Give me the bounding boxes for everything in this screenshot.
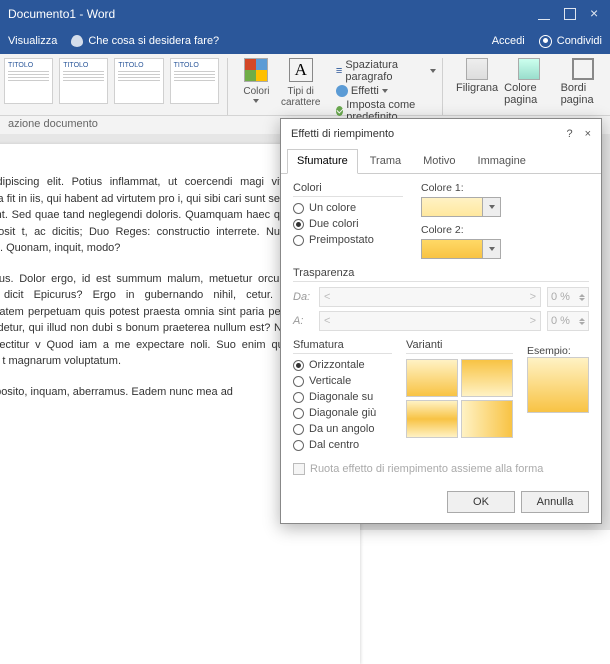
sign-in-link[interactable]: Accedi (492, 35, 525, 47)
close-button[interactable]: × (590, 8, 602, 20)
radio-from-corner[interactable]: Da un angolo (293, 423, 392, 435)
radio-from-center[interactable]: Dal centro (293, 439, 392, 451)
checkbox-icon (293, 463, 305, 475)
font-icon: A (289, 58, 313, 82)
color1-label: Colore 1: (421, 182, 501, 194)
page-color-icon (518, 58, 540, 80)
window-titlebar: Documento1 - Word × (0, 0, 610, 28)
fonts-button[interactable]: A Tipi di carattere (276, 58, 326, 115)
variant-4[interactable] (461, 400, 513, 438)
tab-immagine[interactable]: Immagine (468, 149, 536, 173)
variant-3[interactable] (406, 400, 458, 438)
tab-trama[interactable]: Trama (360, 149, 411, 173)
colors-button[interactable]: Colori (243, 58, 269, 115)
transparency-from-slider[interactable]: <> (319, 287, 541, 307)
variant-2[interactable] (461, 359, 513, 397)
dialog-help-button[interactable]: ? (566, 128, 572, 140)
paragraph: i sumus. Dolor ergo, id est summum malum… (0, 271, 310, 370)
transparency-to-slider[interactable]: <> (319, 311, 541, 331)
colors-icon (244, 58, 268, 82)
color1-picker[interactable] (421, 197, 501, 217)
rotate-effect-checkbox[interactable]: Ruota effetto di riempimento assieme all… (293, 463, 589, 475)
dialog-tabs: Sfumature Trama Motivo Immagine (281, 149, 601, 174)
page-borders-button[interactable]: Bordi pagina (561, 58, 606, 115)
page-color-button[interactable]: Colore pagina (504, 58, 554, 115)
colors-group-title: Colori (293, 182, 403, 197)
window-controls: × (538, 8, 602, 20)
tab-sfumature[interactable]: Sfumature (287, 149, 358, 174)
ribbon: Titolo TITOLO Titolo TITOLO Colori A Tip… (0, 54, 610, 116)
radio-diagonal-up[interactable]: Diagonale su (293, 391, 392, 403)
tab-motivo[interactable]: Motivo (413, 149, 465, 173)
radio-horizontal[interactable]: Orizzontale (293, 359, 392, 371)
shading-title: Sfumatura (293, 339, 392, 354)
example-label: Esempio: (527, 345, 589, 357)
minimize-button[interactable] (538, 8, 550, 20)
share-button[interactable]: Condividi (539, 35, 602, 48)
paragraph: tur adipiscing elit. Potius inflammat, u… (0, 174, 310, 257)
page-borders-icon (572, 58, 594, 80)
example-preview (527, 357, 589, 413)
tell-me-search[interactable]: Che cosa si desidera fare? (71, 35, 219, 47)
lightbulb-icon (71, 35, 83, 47)
variant-1[interactable] (406, 359, 458, 397)
window-title: Documento1 - Word (8, 7, 115, 21)
search-placeholder: Che cosa si desidera fare? (88, 35, 219, 47)
transparency-to-value[interactable]: 0 % (547, 311, 589, 331)
transparency-from-row: Da: <> 0 % (293, 287, 589, 307)
fill-effects-dialog: Effetti di riempimento ? × Sfumature Tra… (280, 118, 602, 524)
transparency-to-row: A: <> 0 % (293, 311, 589, 331)
check-icon (336, 106, 343, 116)
dialog-close-button[interactable]: × (585, 128, 591, 140)
person-icon (539, 35, 552, 48)
watermark-button[interactable]: Filigrana (456, 58, 498, 115)
effects-button[interactable]: Effetti (336, 85, 436, 97)
theme-preview-4[interactable]: TITOLO (170, 58, 219, 104)
ok-button[interactable]: OK (447, 491, 515, 513)
theme-preview-1[interactable]: Titolo (4, 58, 53, 104)
radio-vertical[interactable]: Verticale (293, 375, 392, 387)
ribbon-tabs-bar: Visualizza Che cosa si desidera fare? Ac… (0, 28, 610, 54)
dialog-titlebar: Effetti di riempimento ? × (281, 119, 601, 149)
dialog-title: Effetti di riempimento (291, 128, 394, 140)
maximize-button[interactable] (564, 8, 576, 20)
transparency-from-value[interactable]: 0 % (547, 287, 589, 307)
paragraph-spacing-button[interactable]: ≡Spaziatura paragrafo (336, 59, 436, 83)
theme-preview-3[interactable]: Titolo (114, 58, 163, 104)
variants-title: Varianti (406, 339, 513, 354)
cancel-button[interactable]: Annulla (521, 491, 589, 513)
radio-preset[interactable]: Preimpostato (293, 234, 403, 246)
color2-picker[interactable] (421, 239, 501, 259)
transparency-title: Trasparenza (293, 267, 589, 282)
radio-diagonal-down[interactable]: Diagonale giù (293, 407, 392, 419)
watermark-icon (466, 58, 488, 80)
tab-visualizza[interactable]: Visualizza (8, 35, 57, 47)
paragraph: a proposito, inquam, aberramus. Eadem nu… (0, 384, 310, 401)
theme-preview-2[interactable]: TITOLO (59, 58, 108, 104)
radio-one-color[interactable]: Un colore (293, 202, 403, 214)
radio-two-colors[interactable]: Due colori (293, 218, 403, 230)
color2-label: Colore 2: (421, 224, 501, 236)
